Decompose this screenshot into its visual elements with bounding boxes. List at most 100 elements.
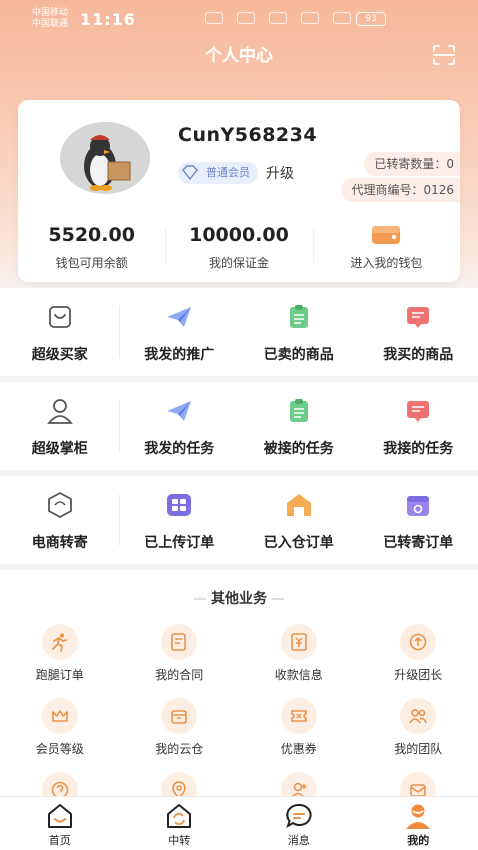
coupon-icon [280, 698, 317, 734]
member-level-badge: 普通会员 [178, 162, 258, 184]
wallet-icon [372, 226, 401, 244]
profile-card: CunY568234 普通会员 升级 已转寄数量：0 代理商编号：0126 55… [18, 100, 460, 282]
biz-mail[interactable] [359, 772, 478, 796]
deposit[interactable]: 10000.00 我的保证金 [165, 222, 312, 272]
my-tasks-label: 我发的任务 [144, 441, 215, 457]
sold-goods[interactable]: 已卖的商品 [239, 288, 359, 376]
transfer-icon [167, 804, 192, 828]
my-promotions-label: 我发的推广 [144, 347, 215, 363]
super-buyer-entry[interactable]: 超级买家 [0, 288, 120, 376]
tab-transfer-label: 中转 [168, 834, 191, 847]
wallet-balance-label: 钱包可用余额 [55, 256, 128, 270]
biz-upgrade-leader[interactable]: 升级团长 [359, 624, 478, 684]
my-tasks[interactable]: 我发的任务 [120, 382, 240, 470]
biz-label: 会员等级 [35, 742, 84, 756]
warehoused-orders[interactable]: 已入仓订单 [239, 476, 359, 564]
question-icon [41, 772, 78, 796]
wallet-balance-value: 5520.00 [48, 224, 135, 246]
bought-goods[interactable]: 我买的商品 [359, 288, 478, 376]
biz-member-level[interactable]: 会员等级 [0, 698, 120, 758]
biz-label: 收款信息 [274, 668, 323, 682]
forwarded-orders[interactable]: 已转寄订单 [359, 476, 478, 564]
status-indicators [205, 12, 351, 24]
wallet-balance[interactable]: 5520.00 钱包可用余额 [18, 222, 165, 272]
team-icon [400, 698, 437, 734]
warehouse-orange-icon [286, 494, 311, 516]
user-icon [46, 399, 73, 424]
username: CunY568234 [178, 124, 318, 146]
diamond-icon [182, 165, 198, 181]
biz-my-contract[interactable]: 我的合同 [120, 624, 240, 684]
box-purple-icon [407, 496, 430, 516]
tab-transfer[interactable]: 中转 [120, 797, 240, 850]
deposit-label: 我的保证金 [208, 256, 269, 270]
bottom-tab-bar: 首页 中转 消息 我的 [0, 796, 478, 850]
ecommerce-forward-entry[interactable]: 电商转寄 [0, 476, 120, 564]
biz-payment-info[interactable]: 收款信息 [239, 624, 359, 684]
penguin-avatar-icon [60, 122, 150, 194]
document-red-icon [407, 401, 430, 422]
accepted-tasks-label: 被接的任务 [263, 441, 334, 457]
document-red-icon [407, 307, 430, 328]
warehouse-icon [161, 698, 198, 734]
biz-my-team[interactable]: 我的团队 [359, 698, 478, 758]
carrier-2: 中国联通 [32, 19, 69, 29]
warehoused-orders-label: 已入仓订单 [263, 535, 334, 551]
home-icon [47, 804, 72, 828]
member-level-label: 普通会员 [206, 166, 250, 179]
biz-help[interactable] [0, 772, 120, 796]
tab-mine[interactable]: 我的 [359, 797, 478, 850]
accepted-tasks[interactable]: 被接的任务 [239, 382, 359, 470]
tab-messages[interactable]: 消息 [239, 797, 359, 850]
super-buyer-label: 超级买家 [31, 347, 88, 363]
other-business-section: — 其他业务 — 跑腿订单 我的合同 收款信息 升级团长 会员等级 我的云仓 优… [0, 570, 478, 796]
carrier-1: 中国移动 [32, 8, 69, 18]
forwarded-orders-label: 已转寄订单 [383, 535, 454, 551]
other-business-title-text: 其他业务 [211, 591, 267, 607]
biz-label: 升级团长 [394, 668, 443, 682]
biz-coupons[interactable]: 优惠券 [239, 698, 359, 758]
biz-label: 我的云仓 [155, 742, 204, 756]
upgrade-icon [400, 624, 437, 660]
biz-label: 我的合同 [155, 668, 204, 682]
clipboard-green-icon [289, 305, 308, 328]
biz-add-user[interactable] [239, 772, 359, 796]
runner-icon [41, 624, 78, 660]
battery-icon: 93 [356, 12, 386, 26]
taken-tasks-label: 我接的任务 [383, 441, 454, 457]
biz-errand-orders[interactable]: 跑腿订单 [0, 624, 120, 684]
super-keeper-section: 超级掌柜 我发的任务 被接的任务 我接的任务 [0, 382, 478, 470]
paper-plane-icon [167, 307, 192, 327]
bag-icon [48, 306, 71, 328]
page-title: 个人中心 [205, 46, 273, 66]
super-keeper-entry[interactable]: 超级掌柜 [0, 382, 120, 470]
tab-home-label: 首页 [48, 834, 71, 847]
payment-icon [280, 624, 317, 660]
message-icon [286, 803, 312, 829]
status-time: 11:16 [80, 10, 136, 29]
carrier-info: 中国移动 中国联通 [32, 8, 68, 30]
enter-wallet-button[interactable]: 进入我的钱包 [312, 222, 460, 272]
location-icon [161, 772, 198, 796]
other-business-grid: 跑腿订单 我的合同 收款信息 升级团长 会员等级 我的云仓 优惠券 我的团队 [0, 624, 478, 796]
biz-location[interactable] [120, 772, 240, 796]
enter-wallet-label: 进入我的钱包 [350, 256, 423, 270]
tab-home[interactable]: 首页 [0, 797, 120, 850]
clipboard-green-icon [289, 399, 308, 422]
avatar[interactable] [60, 122, 150, 194]
uploaded-orders-label: 已上传订单 [144, 535, 215, 551]
taken-tasks[interactable]: 我接的任务 [359, 382, 478, 470]
biz-cloud-warehouse[interactable]: 我的云仓 [120, 698, 240, 758]
uploaded-orders[interactable]: 已上传订单 [120, 476, 240, 564]
my-promotions[interactable]: 我发的推广 [120, 288, 240, 376]
status-bar: 中国移动 中国联通 11:16 93 [0, 0, 478, 38]
tab-messages-label: 消息 [287, 834, 310, 847]
forward-box-icon [47, 491, 72, 519]
signal-icon [301, 12, 319, 24]
title-bar: 个人中心 [0, 40, 478, 72]
super-buyer-section: 超级买家 我发的推广 已卖的商品 我买的商品 [0, 288, 478, 376]
scan-icon[interactable] [432, 44, 456, 66]
upgrade-link[interactable]: 升级 [266, 163, 294, 183]
profile-icon [406, 804, 431, 829]
contract-icon [161, 624, 198, 660]
